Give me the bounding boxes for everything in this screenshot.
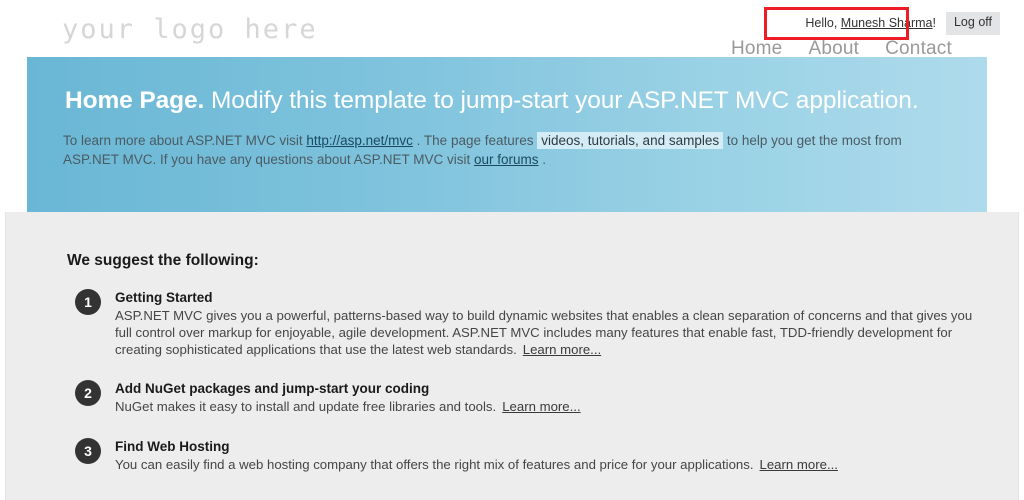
hero-title-rest: Modify this template to jump-start your … [204, 87, 919, 114]
hero-banner-wrapper: Home Page. Modify this template to jump-… [27, 57, 987, 241]
site-header: your logo here Hello, Munesh Sharma! Log… [0, 0, 1024, 59]
greeting-text: Hello, Munesh Sharma! [805, 16, 936, 30]
our-forums-link[interactable]: our forums [474, 152, 539, 167]
item-description-text: You can easily find a web hosting compan… [115, 457, 754, 473]
item-description: NuGet makes it easy to install and updat… [115, 399, 987, 416]
hero-body: To learn more about ASP.NET MVC visit ht… [63, 131, 953, 169]
item-title: Add NuGet packages and jump-start your c… [115, 381, 430, 397]
hero-banner: Home Page. Modify this template to jump-… [27, 57, 987, 241]
content-heading: We suggest the following: [67, 252, 259, 269]
site-logo: your logo here [62, 14, 318, 45]
hero-text-2: . The page features [412, 133, 538, 148]
hero-title-bold: Home Page. [65, 87, 205, 114]
learn-more-link[interactable]: Learn more... [523, 342, 601, 357]
list-item: 2 Add NuGet packages and jump-start your… [67, 380, 987, 416]
learn-more-link[interactable]: Learn more... [502, 399, 580, 414]
item-description: ASP.NET MVC gives you a powerful, patter… [115, 308, 987, 358]
item-number-badge: 2 [75, 380, 101, 407]
hero-title: Home Page. Modify this template to jump-… [65, 87, 919, 115]
item-title: Find Web Hosting [115, 439, 230, 455]
item-description: You can easily find a web hosting compan… [115, 457, 987, 474]
hero-text-1: To learn more about ASP.NET MVC visit [63, 133, 307, 148]
videos-tutorials-samples-link[interactable]: videos, tutorials, and samples [537, 132, 724, 149]
list-item: 1 Getting Started ASP.NET MVC gives you … [67, 289, 987, 358]
aspnet-mvc-link[interactable]: http://asp.net/mvc [306, 133, 413, 148]
item-number-badge: 3 [75, 438, 101, 465]
greeting-prefix: Hello, [805, 16, 841, 31]
list-item: 3 Find Web Hosting You can easily find a… [67, 438, 987, 474]
item-description-text: NuGet makes it easy to install and updat… [115, 399, 497, 415]
item-title: Getting Started [115, 290, 213, 305]
hero-text-4: . [538, 152, 546, 167]
user-profile-link[interactable]: Munesh Sharma [841, 16, 933, 30]
log-off-button[interactable]: Log off [945, 12, 1000, 35]
content-area: We suggest the following: 1 Getting Star… [5, 212, 1019, 500]
suggestions-list: 1 Getting Started ASP.NET MVC gives you … [67, 289, 987, 496]
login-partial: Hello, Munesh Sharma! Log off [805, 12, 1000, 35]
greeting-suffix: ! [932, 16, 936, 31]
item-number-badge: 1 [75, 289, 101, 315]
page-root: your logo here Hello, Munesh Sharma! Log… [0, 0, 1024, 500]
learn-more-link[interactable]: Learn more... [760, 457, 838, 472]
